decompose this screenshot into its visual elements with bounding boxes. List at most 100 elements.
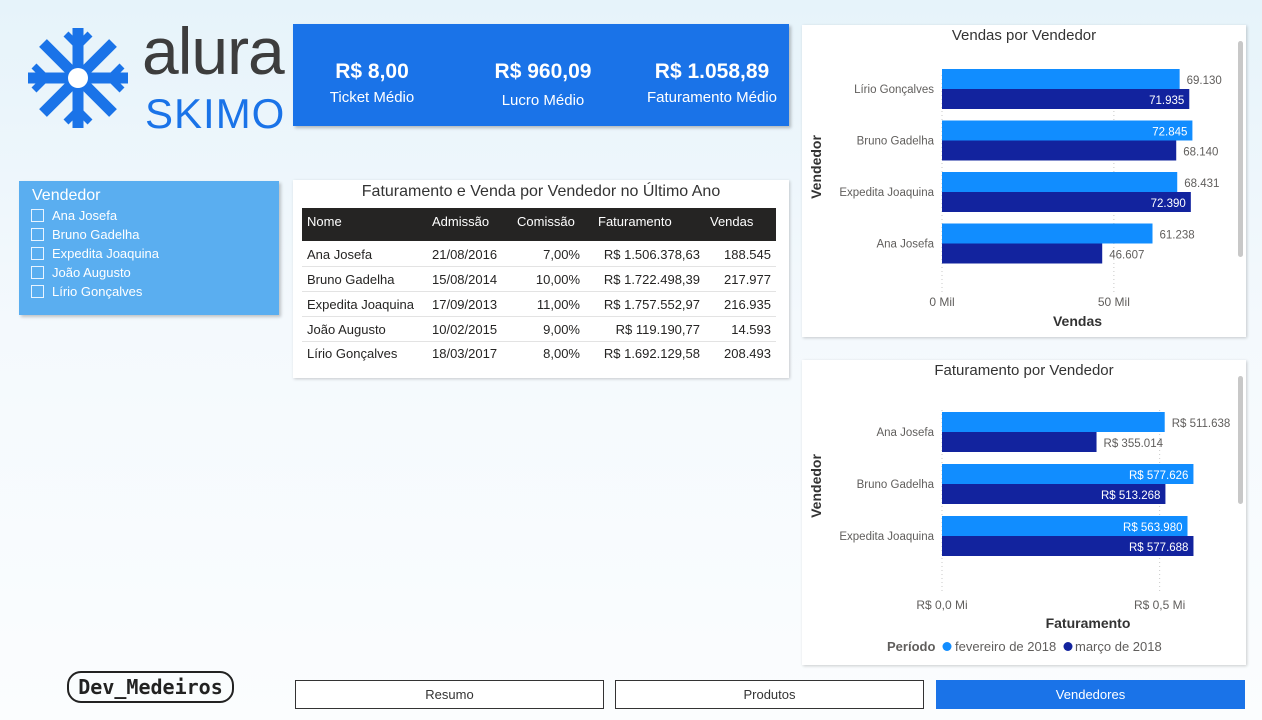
data-label: R$ 577.626: [1129, 470, 1188, 482]
cell-faturamento: R$ 1.757.552,97: [603, 297, 700, 312]
bar: [942, 223, 1153, 244]
faturamento-chart: R$ 0,0 Mi R$ 0,5 Mi Ana Josefa R$ 511.638 R$…: [808, 410, 1230, 654]
x-tick-label: 50 Mil: [1098, 295, 1130, 309]
cell-comissao: 9,00%: [543, 322, 580, 337]
data-label: 68.431: [1184, 178, 1219, 190]
checkbox[interactable]: [31, 209, 44, 222]
logo-text-alura: alura: [142, 14, 285, 88]
category-label: Lírio Gonçalves: [854, 84, 934, 96]
kpi-lucro-medio: R$ 960,09 Lucro Médio: [473, 60, 613, 109]
data-label: 72.845: [1152, 127, 1187, 139]
data-label: R$ 577.688: [1129, 542, 1188, 554]
cell-comissao: 7,00%: [543, 247, 580, 262]
legend-label-fevereiro: fevereiro de 2018: [955, 639, 1056, 654]
slicer-item-lirio-goncalves[interactable]: Lírio Gonçalves: [31, 282, 142, 301]
category-label: Ana Josefa: [876, 427, 934, 439]
cell-admissao: 15/08/2014: [432, 272, 498, 287]
category-label: Ana Josefa: [876, 239, 934, 251]
slicer-item-bruno-gadelha[interactable]: Bruno Gadelha: [31, 225, 139, 244]
slicer-item-joao-augusto[interactable]: João Augusto: [31, 263, 131, 282]
kpi-value: R$ 960,09: [494, 60, 592, 83]
vendedor-table: Faturamento e Venda por Vendedor no Últi…: [293, 180, 789, 378]
bar: [942, 140, 1177, 161]
cell-nome: Ana Josefa: [307, 247, 373, 262]
slicer-item-expedita-joaquina[interactable]: Expedita Joaquina: [31, 244, 159, 263]
legend-marker-marco: [1063, 642, 1073, 651]
data-label: 72.390: [1151, 198, 1186, 210]
data-label: 46.607: [1109, 250, 1144, 262]
kpi-ticket-medio: R$ 8,00 Ticket Médio: [313, 60, 431, 106]
category-label: Bruno Gadelha: [857, 136, 935, 148]
checkbox[interactable]: [31, 285, 44, 298]
bar: [942, 69, 1180, 89]
category-label: Expedita Joaquina: [839, 531, 934, 543]
table-row: Ana Josefa 21/08/2016 7,00% R$ 1.506.378…: [302, 242, 776, 267]
slicer-item-label: João Augusto: [52, 265, 131, 280]
checkbox[interactable]: [31, 247, 44, 260]
checkbox[interactable]: [31, 266, 44, 279]
column-header-admissao[interactable]: Admissão: [432, 214, 489, 229]
faturamento-chart-card: Faturamento por Vendedor R$ 0,0 Mi R$ 0,5…: [802, 360, 1246, 665]
x-tick-label: 0 Mil: [929, 295, 954, 309]
kpi-label: Faturamento Médio: [646, 89, 778, 106]
cell-faturamento: R$ 1.722.498,39: [603, 272, 700, 287]
cell-faturamento: R$ 1.692.129,58: [603, 346, 700, 361]
kpi-faturamento-medio: R$ 1.058,89 Faturamento Médio: [638, 60, 786, 106]
nav-vendedores-button[interactable]: Vendedores: [936, 680, 1245, 709]
table-header: Nome Admissão Comissão Faturamento Venda…: [302, 208, 776, 241]
legend-label-marco: março de 2018: [1075, 639, 1162, 654]
vendas-chart: 0 Mil 50 Mil Lírio Gonçalves 69.13071.935 Br…: [808, 69, 1222, 329]
cell-vendas: 188.545: [724, 247, 771, 262]
table-row: Lírio Gonçalves 18/03/2017 8,00% R$ 1.69…: [302, 341, 776, 365]
data-label: R$ 513.268: [1101, 490, 1160, 502]
category-label: Bruno Gadelha: [857, 479, 935, 491]
vendas-chart-card: Vendas por Vendedor 0 Mil 50 Mil Lírio Gon…: [802, 25, 1246, 337]
data-label: R$ 355.014: [1104, 438, 1164, 450]
kpi-label: Lucro Médio: [501, 92, 585, 109]
data-label: 61.238: [1160, 230, 1195, 242]
bar: [942, 432, 1097, 452]
table-row: Expedita Joaquina 17/09/2013 11,00% R$ 1…: [302, 292, 776, 317]
kpi-label: Ticket Médio: [329, 89, 415, 106]
y-axis-title: Vendedor: [808, 454, 824, 518]
bar: [942, 412, 1165, 432]
y-axis-title: Vendedor: [808, 135, 824, 199]
cell-nome: Lírio Gonçalves: [307, 346, 398, 361]
column-header-faturamento[interactable]: Faturamento: [598, 214, 672, 229]
column-header-comissao[interactable]: Comissão: [517, 214, 575, 229]
data-label: 71.935: [1149, 95, 1184, 107]
column-header-vendas[interactable]: Vendas: [710, 214, 753, 229]
x-tick-label: R$ 0,5 Mi: [1134, 598, 1185, 612]
nav-resumo-button[interactable]: Resumo: [295, 680, 604, 709]
cell-nome: João Augusto: [307, 322, 386, 337]
data-label: R$ 563.980: [1123, 522, 1182, 534]
slicer-item-label: Ana Josefa: [52, 208, 118, 223]
dev-medeiros-logo: Dev_Medeiros: [67, 671, 234, 703]
data-label: 69.130: [1187, 75, 1222, 87]
x-tick-label: R$ 0,0 Mi: [916, 598, 967, 612]
cell-vendas: 217.977: [724, 272, 771, 287]
snowflake-icon: [28, 28, 128, 128]
table-row: João Augusto 10/02/2015 9,00% R$ 119.190…: [302, 317, 776, 342]
column-header-nome[interactable]: Nome: [307, 214, 342, 229]
cell-admissao: 17/09/2013: [432, 297, 498, 312]
cell-admissao: 18/03/2017: [432, 346, 498, 361]
slicer-title: Vendedor: [32, 187, 101, 204]
legend-marker-fevereiro: [942, 642, 952, 651]
slicer-item-label: Bruno Gadelha: [52, 227, 140, 242]
cell-comissao: 11,00%: [536, 297, 580, 312]
cell-vendas: 14.593: [731, 322, 771, 337]
slicer-item-label: Expedita Joaquina: [52, 246, 159, 261]
cell-faturamento: R$ 1.506.378,63: [603, 247, 700, 262]
data-label: 68.140: [1183, 147, 1218, 159]
nav-produtos-button[interactable]: Produtos: [615, 680, 924, 709]
table-row: Bruno Gadelha 15/08/2014 10,00% R$ 1.722…: [302, 267, 776, 292]
cell-comissao: 8,00%: [543, 346, 580, 361]
cell-comissao: 10,00%: [535, 272, 580, 287]
slicer-item-ana-josefa[interactable]: Ana Josefa: [31, 206, 117, 225]
x-axis-title: Faturamento: [1046, 615, 1131, 631]
checkbox[interactable]: [31, 228, 44, 241]
category-label: Expedita Joaquina: [839, 187, 934, 199]
cell-nome: Bruno Gadelha: [307, 272, 395, 287]
vendedor-slicer: Vendedor Ana Josefa Bruno Gadelha Expedi…: [19, 181, 279, 315]
